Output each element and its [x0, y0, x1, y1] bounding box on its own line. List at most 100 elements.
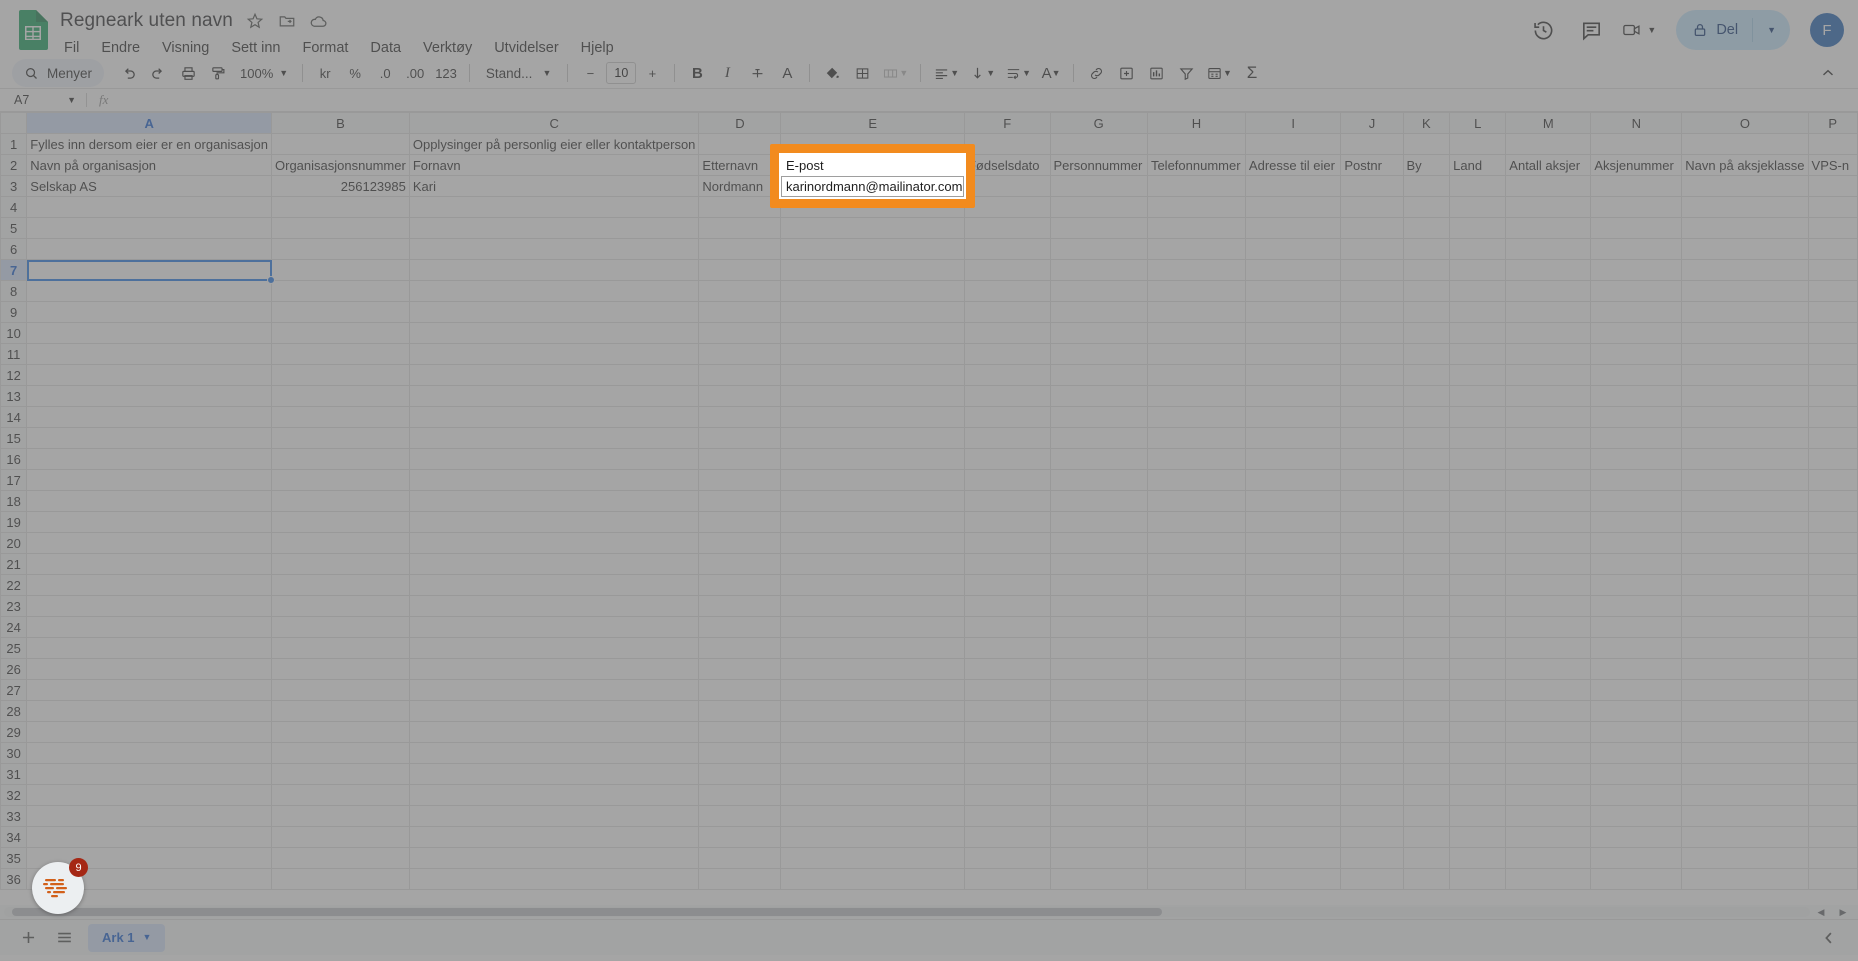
cell-P4[interactable]: [1807, 196, 1858, 218]
cell-K6[interactable]: [1402, 238, 1451, 260]
cell-M25[interactable]: [1505, 637, 1592, 659]
cell-M17[interactable]: [1505, 469, 1592, 491]
menu-item-fil[interactable]: Fil: [62, 38, 81, 58]
cell-B13[interactable]: [271, 385, 410, 407]
cell-B5[interactable]: [271, 217, 410, 239]
cell-F18[interactable]: [963, 490, 1051, 512]
cell-P11[interactable]: [1807, 343, 1858, 365]
row-header-6[interactable]: 6: [0, 238, 28, 260]
cell-D29[interactable]: [698, 721, 782, 743]
cell-N30[interactable]: [1590, 742, 1683, 764]
cell-K25[interactable]: [1402, 637, 1451, 659]
cell-D9[interactable]: [698, 301, 782, 323]
column-header-h[interactable]: H: [1146, 112, 1246, 134]
cell-G28[interactable]: [1049, 700, 1148, 722]
cell-E8[interactable]: [780, 280, 965, 302]
cell-C35[interactable]: [408, 847, 700, 869]
cell-J33[interactable]: [1340, 805, 1404, 827]
cell-O18[interactable]: [1681, 490, 1809, 512]
row-header-1[interactable]: 1: [0, 133, 28, 155]
cell-I34[interactable]: [1244, 826, 1342, 848]
text-color-button[interactable]: A: [773, 60, 801, 86]
cell-A8[interactable]: [26, 280, 273, 302]
cell-M21[interactable]: [1505, 553, 1592, 575]
cell-N5[interactable]: [1590, 217, 1683, 239]
cell-K30[interactable]: [1402, 742, 1451, 764]
cell-O33[interactable]: [1681, 805, 1809, 827]
cell-P10[interactable]: [1807, 322, 1858, 344]
cell-N27[interactable]: [1590, 679, 1683, 701]
column-header-k[interactable]: K: [1402, 112, 1451, 134]
cell-J27[interactable]: [1340, 679, 1404, 701]
cell-H17[interactable]: [1146, 469, 1246, 491]
cell-O13[interactable]: [1681, 385, 1809, 407]
format-currency-button[interactable]: kr: [311, 60, 339, 86]
cell-N32[interactable]: [1590, 784, 1683, 806]
cell-K24[interactable]: [1402, 616, 1451, 638]
cell-I20[interactable]: [1244, 532, 1342, 554]
cell-E18[interactable]: [780, 490, 965, 512]
cell-K17[interactable]: [1402, 469, 1451, 491]
cell-N19[interactable]: [1590, 511, 1683, 533]
cell-I17[interactable]: [1244, 469, 1342, 491]
cell-A26[interactable]: [26, 658, 273, 680]
cell-C22[interactable]: [408, 574, 700, 596]
cell-O24[interactable]: [1681, 616, 1809, 638]
cell-M1[interactable]: [1505, 133, 1592, 155]
cell-G27[interactable]: [1049, 679, 1148, 701]
cell-A5[interactable]: [26, 217, 273, 239]
cell-O23[interactable]: [1681, 595, 1809, 617]
cell-N23[interactable]: [1590, 595, 1683, 617]
cell-C24[interactable]: [408, 616, 700, 638]
cell-G24[interactable]: [1049, 616, 1148, 638]
cell-F10[interactable]: [963, 322, 1051, 344]
cell-D11[interactable]: [698, 343, 782, 365]
comment-icon[interactable]: [1574, 13, 1608, 47]
cell-K4[interactable]: [1402, 196, 1451, 218]
cell-H3[interactable]: [1146, 175, 1246, 197]
cell-N31[interactable]: [1590, 763, 1683, 785]
cell-N22[interactable]: [1590, 574, 1683, 596]
help-assistant-icon[interactable]: 9: [32, 858, 88, 914]
cell-K2[interactable]: By: [1402, 154, 1451, 176]
cell-J28[interactable]: [1340, 700, 1404, 722]
cell-O32[interactable]: [1681, 784, 1809, 806]
cell-L13[interactable]: [1449, 385, 1507, 407]
cell-L16[interactable]: [1449, 448, 1507, 470]
cell-C29[interactable]: [408, 721, 700, 743]
cell-C30[interactable]: [408, 742, 700, 764]
menu-item-hjelp[interactable]: Hjelp: [579, 38, 616, 58]
cell-A4[interactable]: [26, 196, 273, 218]
column-header-j[interactable]: J: [1340, 112, 1404, 134]
cell-O8[interactable]: [1681, 280, 1809, 302]
cell-J29[interactable]: [1340, 721, 1404, 743]
cell-D13[interactable]: [698, 385, 782, 407]
cell-O26[interactable]: [1681, 658, 1809, 680]
cell-C3[interactable]: Kari: [408, 175, 700, 197]
cell-G36[interactable]: [1049, 868, 1148, 890]
cell-P3[interactable]: [1807, 175, 1858, 197]
cell-M4[interactable]: [1505, 196, 1592, 218]
cell-B12[interactable]: [271, 364, 410, 386]
cell-J22[interactable]: [1340, 574, 1404, 596]
cell-C2[interactable]: Fornavn: [408, 154, 700, 176]
cell-F15[interactable]: [963, 427, 1051, 449]
chevron-down-icon[interactable]: ▼: [143, 933, 152, 942]
cell-O1[interactable]: [1681, 133, 1809, 155]
cell-O28[interactable]: [1681, 700, 1809, 722]
row-header-8[interactable]: 8: [0, 280, 28, 302]
cell-I5[interactable]: [1244, 217, 1342, 239]
cell-G34[interactable]: [1049, 826, 1148, 848]
cell-L20[interactable]: [1449, 532, 1507, 554]
cell-G31[interactable]: [1049, 763, 1148, 785]
cell-K33[interactable]: [1402, 805, 1451, 827]
cell-M24[interactable]: [1505, 616, 1592, 638]
cell-C12[interactable]: [408, 364, 700, 386]
row-header-10[interactable]: 10: [0, 322, 28, 344]
cell-M22[interactable]: [1505, 574, 1592, 596]
cell-B28[interactable]: [271, 700, 410, 722]
cell-G2[interactable]: Personnummer: [1049, 154, 1148, 176]
cell-M3[interactable]: [1505, 175, 1592, 197]
cell-D34[interactable]: [698, 826, 782, 848]
cell-C20[interactable]: [408, 532, 700, 554]
